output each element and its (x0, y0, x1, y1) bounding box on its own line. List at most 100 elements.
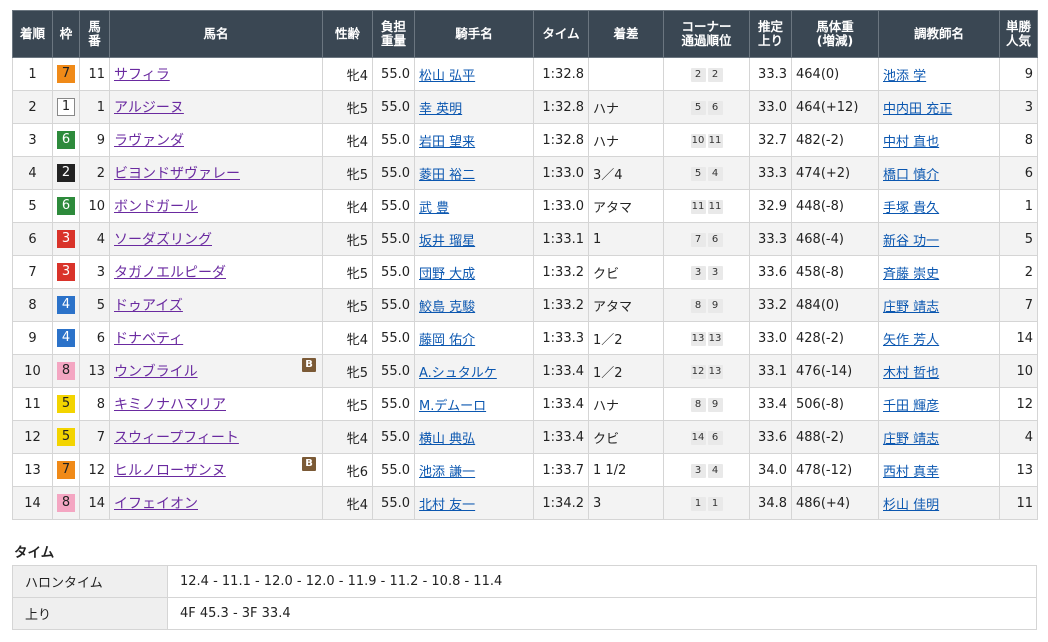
header-weight: 負担 重量 (372, 10, 415, 58)
last-3f-cell: 34.0 (749, 453, 792, 487)
horse-name-link[interactable]: ソーダズリング (114, 232, 212, 248)
table-row: 14 8 14 イフェイオン 牝4 55.0 北村 友一 1:34.2 3 1 1 34.8 486(+… (12, 486, 1038, 520)
jockey-link[interactable]: 横山 典弘 (419, 432, 475, 447)
horse-name-link[interactable]: スウィープフィート (114, 430, 239, 446)
waku-badge: 3 (57, 230, 75, 248)
trainer-link[interactable]: 庄野 靖志 (883, 300, 939, 315)
horse-name-link[interactable]: ヒルノローザンヌ (114, 463, 226, 479)
last-time-value: 4F 45.3 - 3F 33.4 (167, 597, 1037, 630)
horse-name-link[interactable]: ウンブライル (114, 364, 198, 380)
last-3f-cell: 32.9 (749, 189, 792, 223)
last-3f-cell: 33.6 (749, 420, 792, 454)
jockey-link[interactable]: 幸 英明 (419, 102, 462, 117)
rank-cell: 11 (12, 387, 53, 421)
rank-cell: 12 (12, 420, 53, 454)
time-cell: 1:33.2 (533, 255, 589, 289)
sexage-cell: 牝5 (322, 156, 373, 190)
rank-cell: 1 (12, 57, 53, 91)
corner-cell: 34 (663, 453, 750, 487)
horse-name-link[interactable]: ドナベティ (114, 331, 183, 347)
rank-cell: 6 (12, 222, 53, 256)
horse-name-link[interactable]: サフィラ (114, 67, 170, 83)
jockey-link[interactable]: 鮫島 克駿 (419, 300, 475, 315)
trainer-link[interactable]: 矢作 芳人 (883, 333, 939, 348)
corner-cell: 56 (663, 90, 750, 124)
horse-cell: ウンブライル B (109, 354, 323, 388)
horse-name-link[interactable]: ビヨンドザヴァレー (114, 166, 240, 182)
jockey-link[interactable]: 藤岡 佑介 (419, 333, 475, 348)
time-section-heading: タイム (14, 545, 55, 561)
trainer-link[interactable]: 池添 学 (883, 69, 926, 84)
popularity-cell: 9 (999, 57, 1038, 91)
trainer-link[interactable]: 千田 輝彦 (883, 399, 939, 414)
margin-cell: 3／4 (588, 156, 664, 190)
header-margin: 着差 (588, 10, 664, 58)
corner-position: 4 (707, 464, 723, 478)
jockey-link[interactable]: A.シュタルケ (419, 366, 497, 381)
time-cell: 1:33.4 (533, 354, 589, 388)
horse-name-link[interactable]: ラヴァンダ (114, 133, 184, 149)
sexage-cell: 牝5 (322, 354, 373, 388)
trainer-cell: 木村 哲也 (878, 354, 1000, 388)
horse-name-link[interactable]: キミノナハマリア (114, 397, 226, 413)
weight-cell: 55.0 (372, 387, 415, 421)
jockey-cell: 藤岡 佑介 (414, 321, 534, 355)
jockey-link[interactable]: 団野 大成 (419, 267, 475, 282)
trainer-link[interactable]: 中内田 充正 (883, 102, 952, 117)
time-cell: 1:33.4 (533, 420, 589, 454)
trainer-link[interactable]: 杉山 佳明 (883, 498, 939, 513)
jockey-link[interactable]: 菱田 裕二 (419, 168, 475, 183)
trainer-cell: 橋口 慎介 (878, 156, 1000, 190)
jockey-link[interactable]: 岩田 望来 (419, 135, 475, 150)
trainer-cell: 矢作 芳人 (878, 321, 1000, 355)
waku-cell: 4 (52, 321, 80, 355)
time-cell: 1:33.3 (533, 321, 589, 355)
table-row: 2 1 1 アルジーヌ 牝5 55.0 幸 英明 1:32.8 ハナ 5 6 33.0 464(+12)… (12, 90, 1038, 124)
jockey-link[interactable]: M.デムーロ (419, 399, 486, 414)
time-cell: 1:32.8 (533, 57, 589, 91)
time-table: ハロンタイム 12.4 - 11.1 - 12.0 - 12.0 - 11.9 … (12, 565, 1037, 630)
table-row: 6 3 4 ソーダズリング 牝5 55.0 坂井 瑠星 1:33.1 1 7 6 33.3 468(-4… (12, 222, 1038, 256)
header-corner: コーナー 通過順位 (663, 10, 750, 58)
sexage-cell: 牝5 (322, 90, 373, 124)
bodyweight-cell: 448(-8) (791, 189, 879, 223)
bodyweight-cell: 488(-2) (791, 420, 879, 454)
bodyweight-cell: 464(0) (791, 57, 879, 91)
rank-cell: 7 (12, 255, 53, 289)
horse-name-link[interactable]: ドゥアイズ (114, 298, 183, 314)
jockey-link[interactable]: 松山 弘平 (419, 69, 475, 84)
trainer-link[interactable]: 庄野 靖志 (883, 432, 939, 447)
jockey-link[interactable]: 池添 謙一 (419, 465, 475, 480)
horse-name-link[interactable]: タガノエルピーダ (114, 265, 226, 281)
trainer-link[interactable]: 中村 直也 (883, 135, 939, 150)
trainer-link[interactable]: 西村 真幸 (883, 465, 939, 480)
trainer-link[interactable]: 手塚 貴久 (883, 201, 939, 216)
waku-cell: 3 (52, 255, 80, 289)
popularity-cell: 8 (999, 123, 1038, 157)
popularity-cell: 5 (999, 222, 1038, 256)
trainer-link[interactable]: 木村 哲也 (883, 366, 939, 381)
jockey-cell: 松山 弘平 (414, 57, 534, 91)
horse-name-link[interactable]: アルジーヌ (114, 100, 184, 116)
furlong-row: ハロンタイム 12.4 - 11.1 - 12.0 - 12.0 - 11.9 … (12, 565, 1037, 598)
sexage-cell: 牝5 (322, 288, 373, 322)
corner-cell: 89 (663, 387, 750, 421)
jockey-link[interactable]: 北村 友一 (419, 498, 475, 513)
table-row: 10 8 13 ウンブライル B 牝5 55.0 A.シュタルケ 1:33.4 1／2 12 13 33… (12, 354, 1038, 388)
trainer-link[interactable]: 橋口 慎介 (883, 168, 939, 183)
last-3f-cell: 33.3 (749, 222, 792, 256)
horse-name-link[interactable]: ボンドガール (114, 199, 198, 215)
trainer-link[interactable]: 新谷 功一 (883, 234, 939, 249)
sexage-cell: 牝4 (322, 123, 373, 157)
corner-position: 11 (690, 200, 706, 214)
header-popularity: 単勝 人気 (999, 10, 1038, 58)
jockey-link[interactable]: 武 豊 (419, 201, 449, 216)
trainer-link[interactable]: 斉藤 崇史 (883, 267, 939, 282)
rank-cell: 3 (12, 123, 53, 157)
horse-name-link[interactable]: イフェイオン (114, 496, 198, 512)
horse-cell: ドゥアイズ (109, 288, 323, 322)
umaban-cell: 5 (79, 288, 110, 322)
jockey-link[interactable]: 坂井 瑠星 (419, 234, 475, 249)
margin-cell: 1／2 (588, 354, 664, 388)
jockey-cell: 団野 大成 (414, 255, 534, 289)
